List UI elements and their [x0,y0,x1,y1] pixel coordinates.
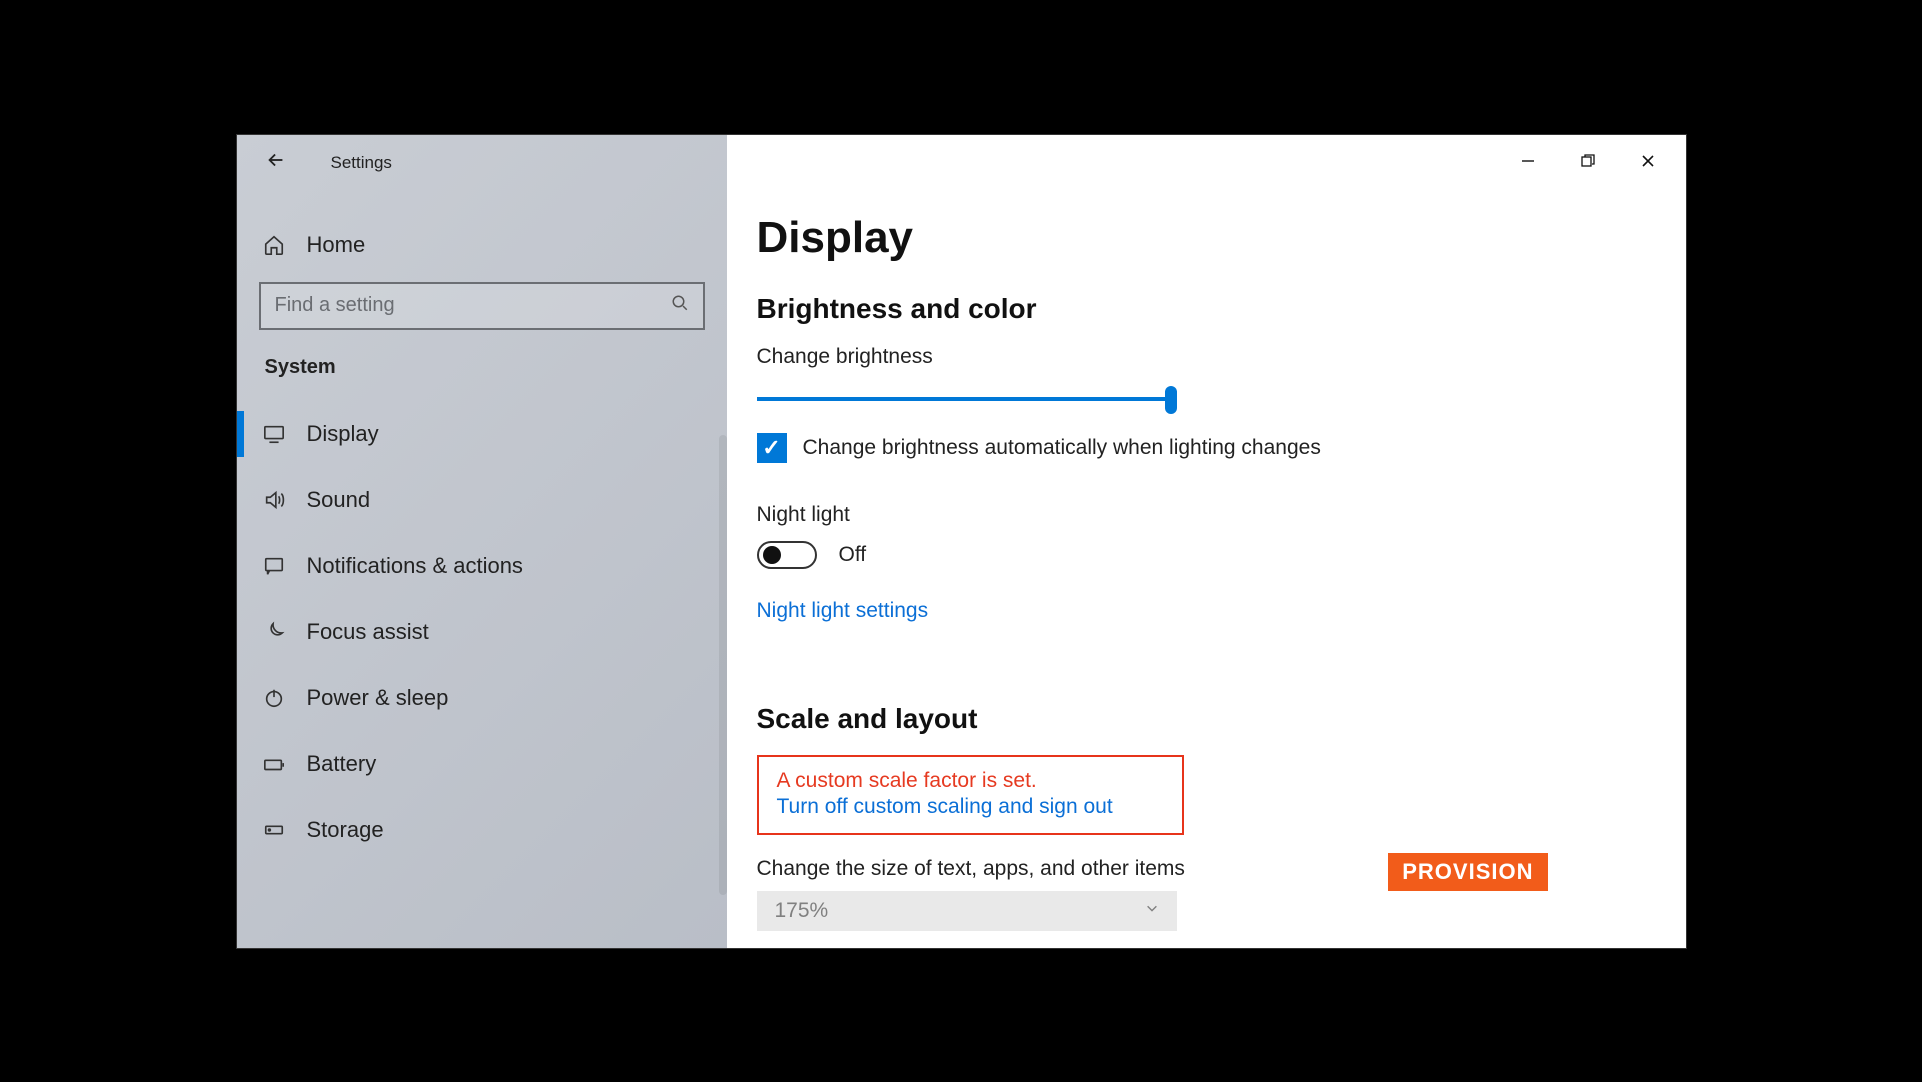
home-button[interactable]: Home [259,220,705,278]
search-input[interactable] [275,294,671,317]
close-button[interactable] [1636,149,1660,173]
night-light-toggle[interactable] [757,541,817,569]
scale-dropdown[interactable]: 175% [757,891,1177,931]
nav-list: Display Sound Notifications & actions [237,401,727,863]
night-light-toggle-row: Off [757,541,1686,569]
dropdown-value: 175% [775,899,829,923]
titlebar-controls [1490,135,1686,187]
sidebar-item-label: Display [307,421,379,447]
night-light-state: Off [839,543,867,567]
section-label: System [259,356,705,401]
sidebar-scrollbar[interactable] [719,435,727,895]
change-brightness-label: Change brightness [757,345,1686,369]
home-label: Home [307,232,366,258]
minimize-button[interactable] [1516,149,1540,173]
auto-brightness-checkbox[interactable] [757,433,787,463]
sidebar-item-label: Sound [307,487,371,513]
auto-brightness-label: Change brightness automatically when lig… [803,436,1321,460]
sound-icon [263,489,285,511]
brightness-slider[interactable] [757,395,1177,403]
sidebar-item-notifications[interactable]: Notifications & actions [237,533,727,599]
sidebar-item-storage[interactable]: Storage [237,797,727,863]
slider-track [757,397,1177,401]
sidebar-item-battery[interactable]: Battery [237,731,727,797]
sidebar-item-power-sleep[interactable]: Power & sleep [237,665,727,731]
sidebar-item-sound[interactable]: Sound [237,467,727,533]
custom-scale-callout: A custom scale factor is set. Turn off c… [757,755,1184,835]
sidebar-item-focus-assist[interactable]: Focus assist [237,599,727,665]
content-area: Display Brightness and color Change brig… [727,135,1686,931]
slider-thumb[interactable] [1165,386,1177,414]
sidebar-item-display[interactable]: Display [237,401,727,467]
storage-icon [263,819,285,841]
night-light-label: Night light [757,503,1686,527]
turn-off-scaling-link[interactable]: Turn off custom scaling and sign out [777,795,1113,819]
search-input-wrapper[interactable] [259,282,705,330]
home-icon [263,234,285,256]
chat-icon [263,555,285,577]
sidebar-nav: Home System Display [237,192,727,863]
sidebar-item-label: Power & sleep [307,685,449,711]
power-icon [263,687,285,709]
main-content: Display Brightness and color Change brig… [727,135,1686,948]
sidebar-header: Settings [237,135,727,192]
sidebar-item-label: Battery [307,751,377,777]
brightness-heading: Brightness and color [757,293,1686,325]
watermark: PROVISION [1388,853,1547,891]
auto-brightness-row[interactable]: Change brightness automatically when lig… [757,433,1686,463]
moon-icon [263,621,285,643]
scale-heading: Scale and layout [757,703,1686,735]
sidebar-item-label: Focus assist [307,619,429,645]
back-icon[interactable] [265,149,287,178]
toggle-knob [763,546,781,564]
monitor-icon [263,423,285,445]
search-icon [671,294,689,317]
maximize-button[interactable] [1576,149,1600,173]
sidebar-item-label: Notifications & actions [307,553,523,579]
battery-icon [263,753,285,775]
settings-window: Settings Home System [236,134,1687,949]
page-title: Display [757,213,1686,263]
window-title: Settings [331,153,392,173]
chevron-down-icon [1145,901,1159,920]
custom-scale-warning: A custom scale factor is set. [777,769,1164,793]
sidebar: Settings Home System [237,135,727,948]
sidebar-item-label: Storage [307,817,384,843]
night-light-settings-link[interactable]: Night light settings [757,599,929,623]
